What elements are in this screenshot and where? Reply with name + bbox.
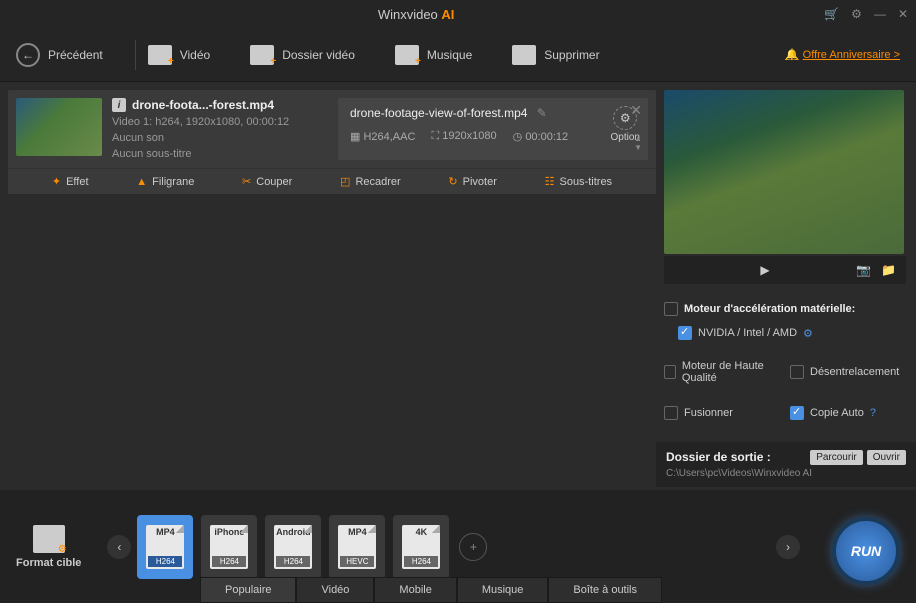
reorder-arrows[interactable]: ▲▼ [634, 134, 642, 152]
rotate-button[interactable]: ↻Pivoter [448, 175, 496, 188]
watermark-button[interactable]: ▲Filigrane [136, 175, 194, 188]
format-prev-button[interactable]: ‹ [107, 535, 131, 559]
tab-toolbox[interactable]: Boîte à outils [548, 577, 662, 603]
open-button[interactable]: Ouvrir [867, 450, 906, 465]
wand-icon: ✦ [52, 175, 61, 188]
music-icon: + [395, 45, 419, 65]
folder-open-icon[interactable]: 📁 [881, 263, 896, 277]
cut-button[interactable]: ✂Couper [242, 175, 292, 188]
preview-controls: ▶ 📷 📁 [664, 256, 906, 284]
anniversary-link[interactable]: 🔔 Offre Anniversaire > [785, 48, 900, 61]
preview-window[interactable] [664, 90, 904, 254]
video-thumbnail[interactable] [16, 98, 102, 156]
format-item-mp4-h264[interactable]: MP4H264 [137, 515, 193, 579]
duration-label: ◷ 00:00:12 [513, 130, 568, 143]
deint-label: Désentrelacement [810, 366, 899, 378]
vendor-checkbox[interactable] [678, 326, 692, 340]
hq-label: Moteur de Haute Qualité [682, 360, 780, 384]
snapshot-icon[interactable]: 📷 [856, 263, 871, 277]
hw-settings-icon[interactable]: ⚙ [803, 327, 813, 340]
video-meta-subtitle: Aucun sous-titre [112, 148, 330, 160]
add-folder-button[interactable]: + Dossier vidéo [250, 45, 355, 65]
hw-accel-title: Moteur d'accélération matérielle: [664, 302, 906, 316]
format-category-tabs: Populaire Vidéo Mobile Musique Boîte à o… [200, 577, 662, 603]
video-meta-line1: Video 1: h264, 1920x1080, 00:00:12 [112, 116, 330, 128]
info-icon[interactable]: i [112, 98, 126, 112]
merge-checkbox[interactable] [664, 406, 678, 420]
merge-label: Fusionner [684, 407, 733, 419]
output-folder-path: C:\Users\pc\Videos\Winxvideo AI [666, 468, 906, 479]
output-folder-section: Parcourir Ouvrir Dossier de sortie : C:\… [656, 442, 916, 487]
minimize-icon[interactable]: — [874, 7, 886, 21]
format-next-button[interactable]: › [776, 535, 800, 559]
hw-accel-checkbox[interactable] [664, 302, 678, 316]
preview-panel: ▶ 📷 📁 Moteur d'accélération matérielle: … [664, 82, 916, 490]
video-item[interactable]: i drone-foota...-forest.mp4 Video 1: h26… [8, 90, 656, 194]
format-target-label: Format cible [16, 557, 81, 569]
tab-video[interactable]: Vidéo [296, 577, 374, 603]
format-item-iphone-h264[interactable]: iPhoneH264 [201, 515, 257, 579]
format-item-android-h264[interactable]: AndroidH264 [265, 515, 321, 579]
video-meta-audio: Aucun son [112, 132, 330, 144]
cart-icon[interactable]: 🛒 [824, 7, 839, 21]
stamp-icon: ▲ [136, 176, 147, 188]
format-list: MP4H264iPhoneH264AndroidH264MP4HEVC4KH26… [137, 515, 449, 579]
crop-icon: ◰ [340, 175, 350, 188]
crop-button[interactable]: ◰Recadrer [340, 175, 401, 188]
run-button[interactable]: RUN [832, 517, 900, 585]
video-filename: i drone-foota...-forest.mp4 [112, 98, 330, 112]
browse-button[interactable]: Parcourir [810, 450, 863, 465]
format-bar: ⚙ Format cible ‹ MP4H264iPhoneH264Androi… [0, 490, 916, 603]
edit-icon[interactable]: ✎ [537, 106, 547, 120]
back-arrow-icon: ← [16, 43, 40, 67]
video-icon: + [148, 45, 172, 65]
app-title: Winxvideo AI [8, 7, 824, 22]
scissors-icon: ✂ [242, 175, 251, 188]
output-filename[interactable]: drone-footage-view-of-forest.mp4 ✎ [350, 106, 636, 120]
autocopy-checkbox[interactable] [790, 406, 804, 420]
codec-label: ▦ H264,AAC [350, 130, 415, 143]
output-info: ✕ drone-footage-view-of-forest.mp4 ✎ ▦ H… [338, 98, 648, 160]
back-button[interactable]: ← Précédent [16, 43, 103, 67]
add-video-button[interactable]: + Vidéo [148, 45, 210, 65]
bell-icon: 🔔 [785, 48, 799, 61]
video-tools-bar: ✦Effet ▲Filigrane ✂Couper ◰Recadrer ↻Piv… [8, 168, 656, 194]
settings-icon[interactable]: ⚙ [851, 7, 862, 21]
tab-popular[interactable]: Populaire [200, 577, 296, 603]
divider [135, 40, 136, 70]
settings-panel: Moteur d'accélération matérielle: NVIDIA… [664, 302, 906, 428]
deint-checkbox[interactable] [790, 365, 804, 379]
titlebar: Winxvideo AI 🛒 ⚙ — ✕ [0, 0, 916, 28]
toolbar: ← Précédent + Vidéo + Dossier vidéo + Mu… [0, 28, 916, 82]
add-format-button[interactable]: + [459, 533, 487, 561]
format-item-4k-h264[interactable]: 4KH264 [393, 515, 449, 579]
help-icon[interactable]: ? [870, 407, 876, 419]
trash-icon [512, 45, 536, 65]
close-icon[interactable]: ✕ [898, 7, 908, 21]
folder-icon: + [250, 45, 274, 65]
format-target-icon: ⚙ [33, 525, 65, 553]
format-item-mp4-hevc[interactable]: MP4HEVC [329, 515, 385, 579]
rotate-icon: ↻ [448, 175, 457, 188]
subtitle-button[interactable]: ☷Sous-titres [545, 175, 612, 188]
tab-mobile[interactable]: Mobile [374, 577, 456, 603]
tab-music[interactable]: Musique [457, 577, 549, 603]
video-list-panel: i drone-foota...-forest.mp4 Video 1: h26… [0, 82, 664, 490]
resolution-label: ⛶ 1920x1080 [431, 130, 496, 143]
format-target-button[interactable]: ⚙ Format cible [16, 525, 81, 569]
subtitle-icon: ☷ [545, 175, 555, 188]
autocopy-label: Copie Auto [810, 407, 864, 419]
gear-icon: ⚙ [613, 106, 637, 130]
delete-button[interactable]: Supprimer [512, 45, 599, 65]
hq-checkbox[interactable] [664, 365, 676, 379]
play-button[interactable]: ▶ [674, 263, 856, 277]
effect-button[interactable]: ✦Effet [52, 175, 89, 188]
add-music-button[interactable]: + Musique [395, 45, 472, 65]
vendor-label: NVIDIA / Intel / AMD [698, 327, 797, 339]
